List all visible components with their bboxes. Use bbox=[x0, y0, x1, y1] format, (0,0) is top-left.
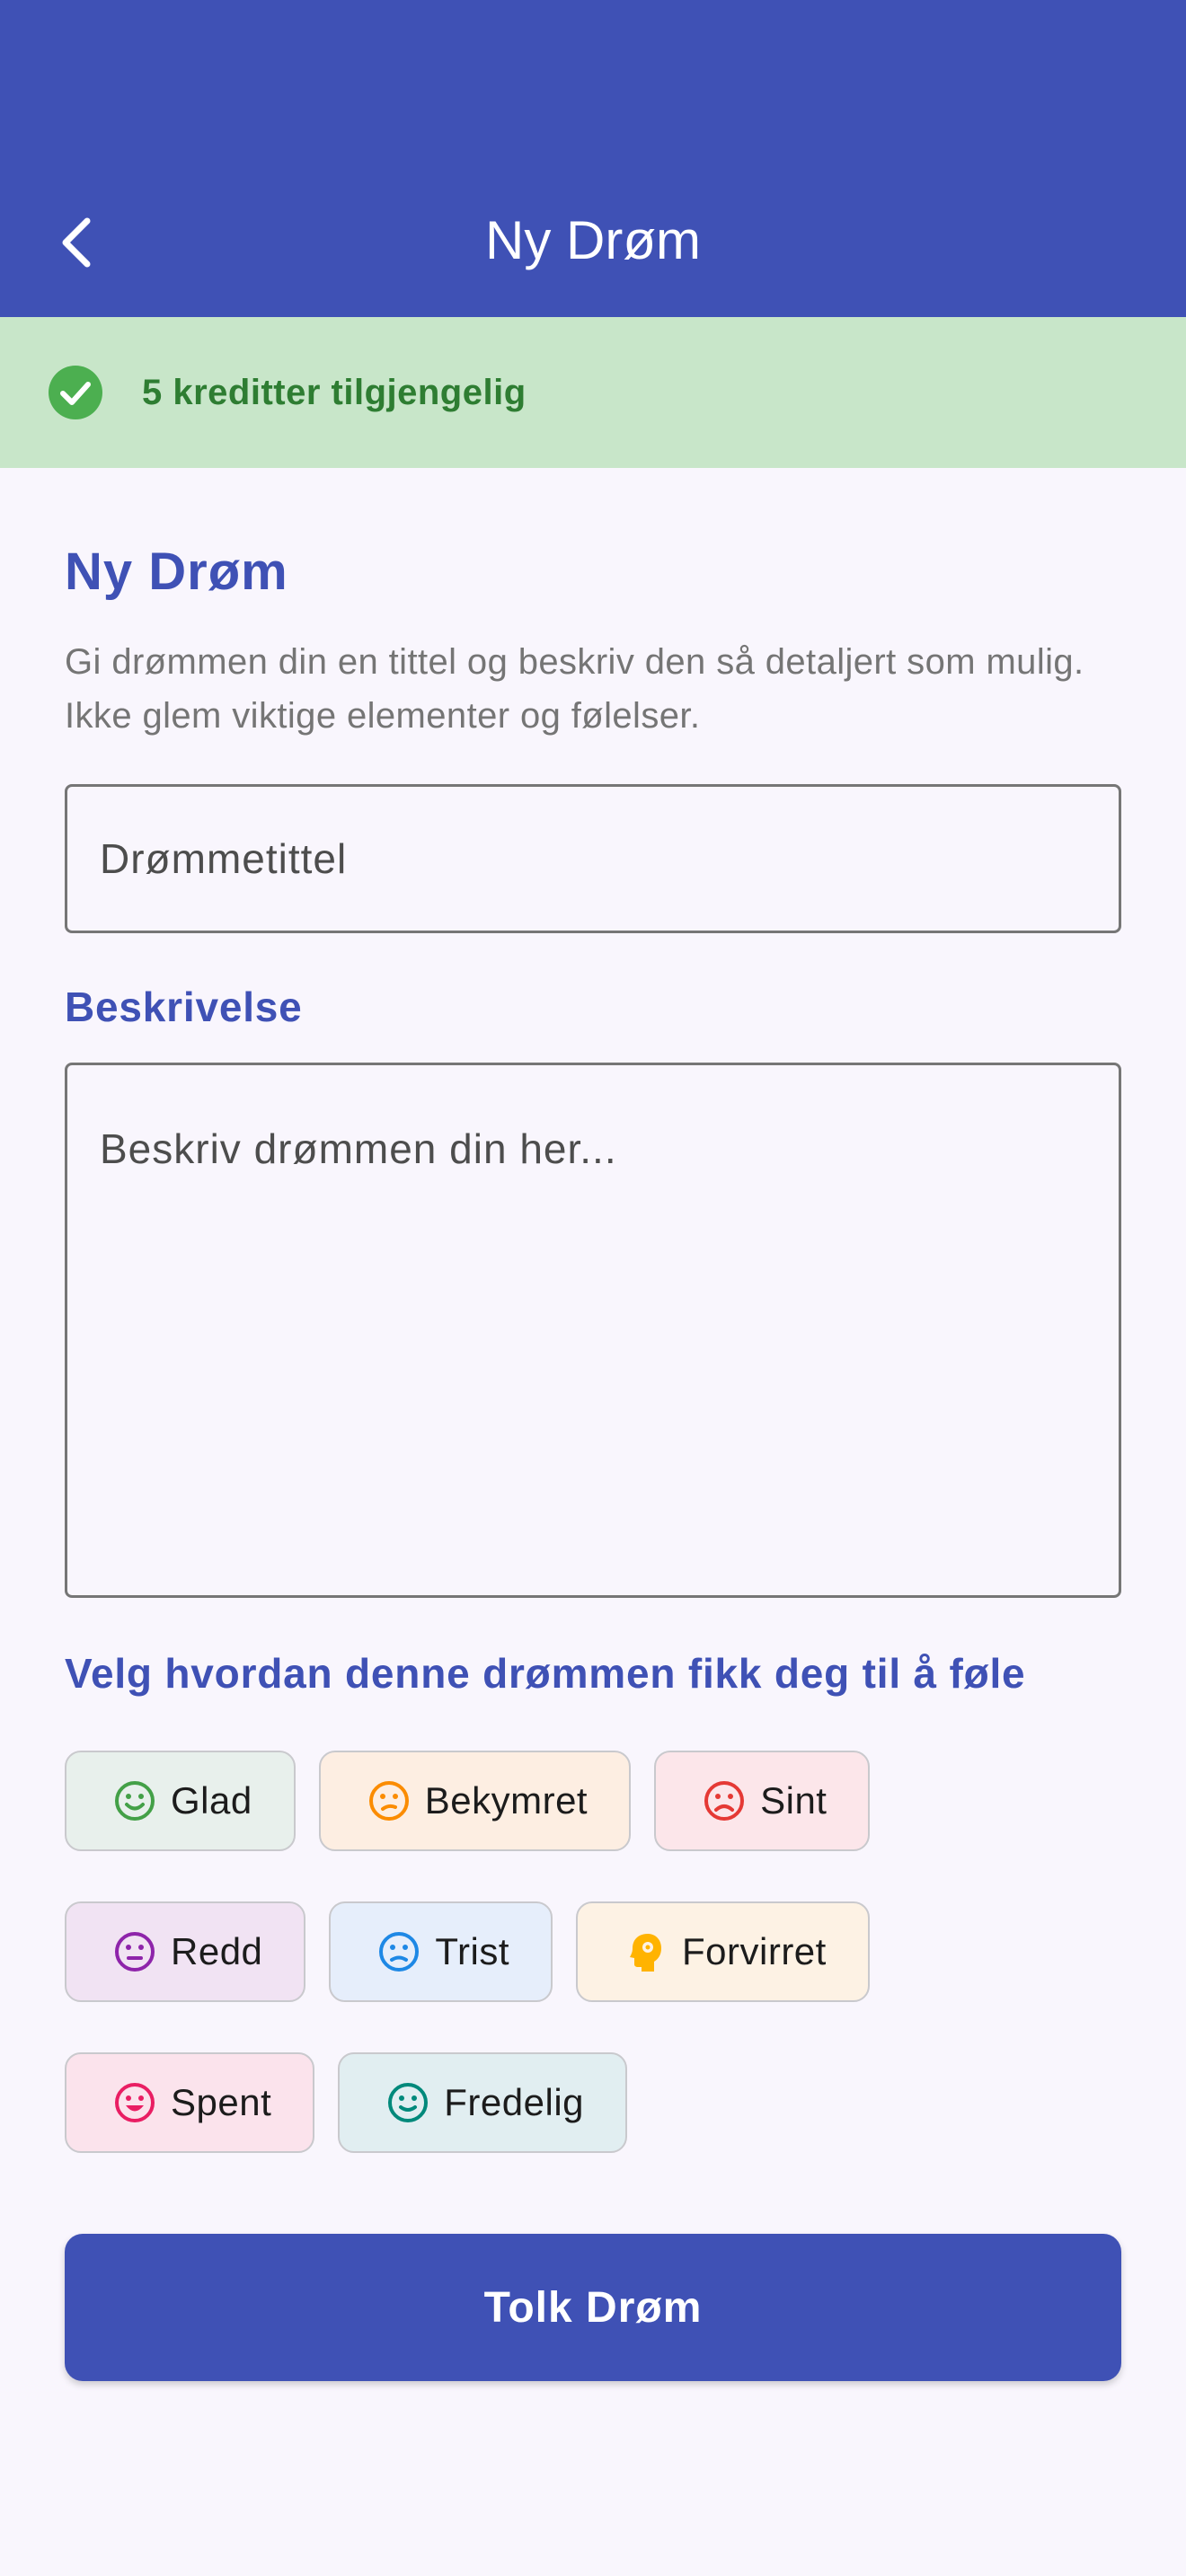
credits-banner: 5 kreditter tilgjengelig bbox=[0, 317, 1186, 468]
head-gear-icon bbox=[630, 1934, 661, 1972]
mood-chip-label: Spent bbox=[171, 2081, 272, 2123]
app-bar: Ny Drøm bbox=[0, 0, 1186, 317]
worried-face-icon bbox=[368, 1781, 409, 1821]
calm-face-icon bbox=[388, 2083, 429, 2122]
form-heading: Ny Drøm bbox=[65, 543, 288, 601]
excited-face-icon bbox=[115, 2083, 155, 2122]
credits-text: 5 kreditter tilgjengelig bbox=[142, 373, 527, 412]
smile-icon bbox=[115, 1781, 155, 1821]
page-title: Ny Drøm bbox=[485, 210, 701, 270]
description-label: Beskrivelse bbox=[65, 984, 303, 1030]
mood-chip-label: Sint bbox=[760, 1779, 828, 1822]
mood-row-1: Glad Bekymret Sint bbox=[65, 1751, 871, 1851]
mood-chip-label: Fredelig bbox=[444, 2081, 585, 2123]
mood-row-3: Spent Fredelig bbox=[65, 2052, 628, 2153]
mood-label: Velg hvordan denne drømmen fikk deg til … bbox=[65, 1650, 1026, 1697]
sad-face-icon bbox=[379, 1932, 420, 1972]
mood-chip-forvirret[interactable]: Forvirret bbox=[576, 1901, 870, 2002]
mood-chip-label: Forvirret bbox=[682, 1930, 827, 1972]
frown-icon bbox=[704, 1781, 745, 1821]
mood-chip-label: Trist bbox=[435, 1930, 509, 1972]
form-intro: Gi drømmen din en tittel og beskriv den … bbox=[65, 642, 1084, 736]
mood-chip-trist[interactable]: Trist bbox=[329, 1901, 553, 2002]
mood-chip-redd[interactable]: Redd bbox=[65, 1901, 306, 2002]
mood-chip-label: Redd bbox=[171, 1930, 263, 1972]
mood-chip-spent[interactable]: Spent bbox=[65, 2052, 315, 2153]
description-input[interactable] bbox=[67, 1065, 1119, 1595]
mood-chip-label: Glad bbox=[171, 1779, 252, 1822]
mood-chip-label: Bekymret bbox=[424, 1779, 589, 1822]
mood-chip-sint[interactable]: Sint bbox=[654, 1751, 871, 1851]
check-circle-icon bbox=[49, 366, 102, 419]
mood-chip-bekymret[interactable]: Bekymret bbox=[318, 1751, 632, 1851]
mood-chip-glad[interactable]: Glad bbox=[65, 1751, 296, 1851]
dream-title-input[interactable] bbox=[67, 787, 1119, 931]
mood-row-2: Redd Trist Forvirret bbox=[65, 1901, 870, 2002]
description-field bbox=[65, 1063, 1121, 1598]
neutral-face-icon bbox=[115, 1932, 155, 1972]
mood-chip-fredelig[interactable]: Fredelig bbox=[338, 2052, 628, 2153]
dream-title-field bbox=[65, 784, 1121, 933]
interpret-dream-button[interactable]: Tolk Drøm bbox=[65, 2234, 1121, 2381]
